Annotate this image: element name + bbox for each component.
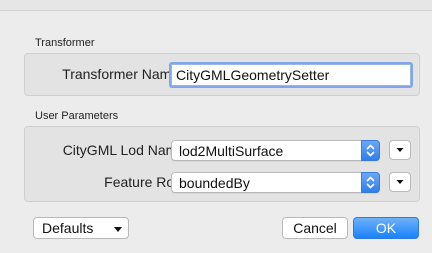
ok-button[interactable]: OK xyxy=(353,217,419,239)
defaults-button[interactable]: Defaults xyxy=(33,217,129,239)
lod-name-label: CityGML Lod Name: xyxy=(62,142,189,158)
dropdown-triangle-icon xyxy=(396,180,404,184)
dropdown-triangle-icon xyxy=(396,148,404,152)
lod-name-menu-button[interactable] xyxy=(389,140,411,160)
lod-name-popup[interactable]: lod2MultiSurface xyxy=(171,140,380,161)
user-parameters-group-title: User Parameters xyxy=(35,110,119,122)
cancel-button[interactable]: Cancel xyxy=(282,217,348,239)
chevron-down-icon xyxy=(114,227,122,232)
lod-name-value: lod2MultiSurface xyxy=(179,143,284,159)
transformer-name-input[interactable] xyxy=(169,62,413,88)
transformer-name-label: Transformer Name: xyxy=(62,66,183,82)
transformer-group-box: Transformer Name: xyxy=(24,53,420,96)
transformer-group-title: Transformer xyxy=(35,37,95,49)
up-down-arrows-icon xyxy=(361,140,380,161)
feature-role-value: boundedBy xyxy=(179,175,250,191)
up-down-arrows-icon xyxy=(361,172,380,193)
defaults-button-label: Defaults xyxy=(42,220,94,236)
feature-role-popup[interactable]: boundedBy xyxy=(171,172,380,193)
feature-role-label: Feature Role: xyxy=(104,174,189,190)
user-parameters-group-box: CityGML Lod Name: lod2MultiSurface Featu… xyxy=(24,126,420,202)
window-top-edge xyxy=(0,0,432,11)
feature-role-menu-button[interactable] xyxy=(389,172,411,192)
